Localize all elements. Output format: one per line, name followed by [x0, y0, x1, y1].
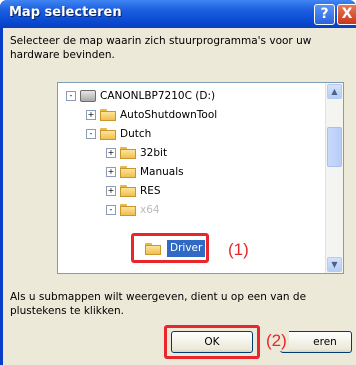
tree-item-driver-selected[interactable]: Driver	[167, 240, 206, 257]
tree-item-x64[interactable]: - x64	[106, 201, 160, 219]
tree-item-label: RES	[140, 185, 161, 197]
tree-item-drive[interactable]: - CANONLBP7210C (D:)	[66, 87, 215, 105]
callout-step-1: (1)	[228, 240, 249, 259]
folder-icon	[120, 166, 136, 178]
expand-icon[interactable]: +	[106, 186, 116, 196]
folder-icon	[120, 147, 136, 159]
vertical-scrollbar[interactable]: ▲ ▼	[325, 83, 343, 273]
instruction-text: Selecteer de map waarin zich stuurprogra…	[10, 35, 312, 61]
tree-item-manuals[interactable]: + Manuals	[106, 163, 184, 181]
tree-item-autoshutdowntool[interactable]: + AutoShutdownTool	[86, 106, 217, 124]
folder-icon	[120, 185, 136, 197]
folder-icon	[120, 204, 136, 216]
scroll-thumb[interactable]	[327, 127, 342, 167]
hint-text: Als u submappen wilt weergeven, dient u …	[10, 291, 307, 317]
close-button[interactable]: X	[337, 4, 356, 25]
expand-icon[interactable]: +	[106, 167, 116, 177]
drive-icon	[80, 90, 96, 102]
collapse-icon[interactable]: -	[86, 129, 96, 139]
scroll-down-button[interactable]: ▼	[327, 257, 342, 272]
callout-step-2: (2)	[264, 331, 289, 351]
tree-item-label: x64	[140, 204, 160, 216]
folder-icon	[100, 128, 116, 140]
tree-item-label: Dutch	[120, 128, 152, 140]
tree-item-label: Manuals	[140, 166, 184, 178]
tree-item-32bit[interactable]: + 32bit	[106, 144, 167, 162]
scroll-up-button[interactable]: ▲	[327, 84, 342, 99]
ok-button[interactable]: OK	[171, 331, 253, 353]
collapse-icon[interactable]: -	[106, 205, 116, 215]
tree-item-label: CANONLBP7210C (D:)	[100, 90, 216, 102]
tree-item-label: AutoShutdownTool	[120, 109, 218, 121]
collapse-icon[interactable]: -	[66, 91, 76, 101]
dialog-title: Map selecteren	[9, 5, 122, 20]
cancel-button-label: eren	[313, 336, 337, 348]
expand-icon[interactable]: +	[86, 110, 96, 120]
folder-icon	[100, 109, 116, 121]
folder-icon	[145, 243, 161, 255]
cancel-button[interactable]: eren	[280, 331, 352, 353]
tree-item-dutch[interactable]: - Dutch	[86, 125, 151, 143]
tree-item-res[interactable]: + RES	[106, 182, 161, 200]
title-bar[interactable]: Map selecteren ? X	[0, 0, 356, 28]
help-button[interactable]: ?	[314, 4, 335, 25]
tree-item-label: 32bit	[140, 147, 168, 159]
expand-icon[interactable]: +	[106, 148, 116, 158]
